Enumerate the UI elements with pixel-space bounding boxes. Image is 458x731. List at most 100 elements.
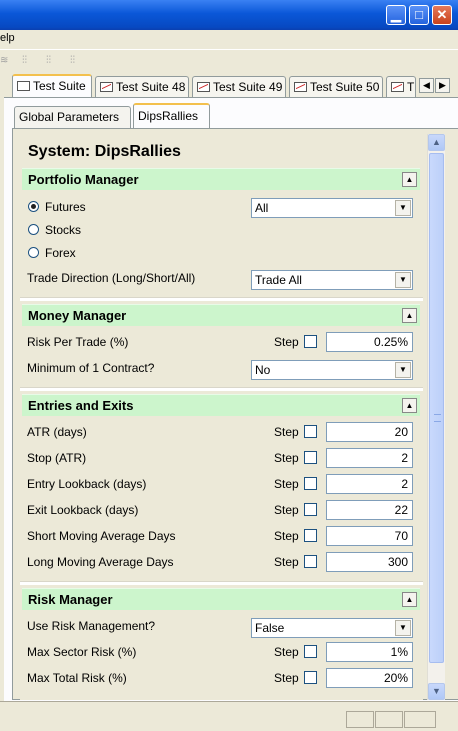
risk-per-trade-label: Risk Per Trade (%) [27, 335, 129, 349]
stocks-radio[interactable] [28, 224, 39, 235]
tab-label: Test Suite 48 [116, 80, 186, 94]
entry-lookback-step-checkbox[interactable] [304, 477, 317, 490]
section-divider [20, 297, 423, 301]
close-button[interactable]: ✕ [432, 5, 452, 25]
risk-manager-header: Risk Manager ▲ [22, 588, 420, 610]
chevron-down-icon: ▼ [432, 686, 441, 696]
status-panel [404, 711, 436, 728]
status-bar [0, 708, 458, 731]
trade-direction-label: Trade Direction (Long/Short/All) [27, 271, 196, 285]
chart-icon [294, 82, 307, 92]
forex-radio[interactable] [28, 247, 39, 258]
tab-scroll-left-button[interactable]: ◀ [419, 78, 434, 93]
max-sector-risk-field[interactable]: 1% [326, 642, 413, 662]
tab-label: Test Suite 49 [213, 80, 283, 94]
title-bar: ▁ □ ✕ [0, 0, 458, 30]
long-ma-step-checkbox[interactable] [304, 555, 317, 568]
toolbar-chart-icon[interactable]: ⫶⫶ [70, 55, 84, 66]
chevron-down-icon[interactable]: ▼ [395, 272, 411, 288]
tab-test-suite-next[interactable]: T [386, 76, 416, 97]
scroll-up-button[interactable]: ▲ [428, 134, 445, 151]
close-icon: ✕ [436, 7, 448, 22]
minimize-button[interactable]: ▁ [386, 5, 406, 25]
select-value: False [255, 621, 285, 635]
section-title: Risk Manager [28, 592, 113, 607]
collapse-button[interactable]: ▲ [402, 308, 417, 323]
grip-icon [434, 414, 441, 422]
toolbar-chart-icon[interactable]: ⫶⫶ [22, 55, 36, 66]
long-ma-label: Long Moving Average Days [27, 555, 174, 569]
chevron-down-icon[interactable]: ▼ [395, 362, 411, 378]
menu-help[interactable]: elp [0, 32, 15, 44]
use-risk-management-select[interactable]: False ▼ [251, 618, 413, 638]
collapse-button[interactable]: ▲ [402, 592, 417, 607]
vertical-scrollbar[interactable]: ▲ ▼ [427, 134, 445, 700]
tab-scroll-right-button[interactable]: ▶ [435, 78, 450, 93]
atr-days-field[interactable]: 20 [326, 422, 413, 442]
stop-step-checkbox[interactable] [304, 451, 317, 464]
step-label: Step [274, 425, 299, 439]
tab-label: Global Parameters [19, 110, 120, 124]
tab-global-parameters[interactable]: Global Parameters [14, 106, 131, 128]
collapse-button[interactable]: ▲ [402, 398, 417, 413]
step-label: Step [274, 555, 299, 569]
tab-label: DipsRallies [138, 109, 199, 123]
select-value: All [255, 201, 269, 215]
trade-direction-select[interactable]: Trade All ▼ [251, 270, 413, 290]
collapse-up-icon: ▲ [405, 311, 414, 320]
select-value: No [255, 363, 271, 377]
scroll-thumb[interactable] [429, 153, 444, 663]
collapse-up-icon: ▲ [405, 595, 414, 604]
chart-icon [100, 82, 113, 92]
exit-lookback-field[interactable]: 22 [326, 500, 413, 520]
long-ma-field[interactable]: 300 [326, 552, 413, 572]
min-contract-select[interactable]: No ▼ [251, 360, 413, 380]
chart-icon [391, 82, 404, 92]
chevron-down-icon[interactable]: ▼ [395, 620, 411, 636]
total-risk-step-checkbox[interactable] [304, 671, 317, 684]
divider [0, 701, 458, 702]
exit-lookback-step-checkbox[interactable] [304, 503, 317, 516]
minimize-icon: ▁ [391, 7, 401, 22]
market-filter-select[interactable]: All ▼ [251, 198, 413, 218]
step-label: Step [274, 645, 299, 659]
collapse-button[interactable]: ▲ [402, 172, 417, 187]
scroll-down-button[interactable]: ▼ [428, 683, 445, 700]
maximize-button[interactable]: □ [409, 5, 429, 25]
tab-test-suite-48[interactable]: Test Suite 48 [95, 76, 189, 97]
collapse-up-icon: ▲ [405, 175, 414, 184]
collapse-up-icon: ▲ [405, 401, 414, 410]
short-ma-label: Short Moving Average Days [27, 529, 176, 543]
entries-exits-header: Entries and Exits ▲ [22, 394, 420, 416]
section-divider [20, 581, 423, 585]
stocks-label: Stocks [45, 223, 82, 237]
risk-step-checkbox[interactable] [304, 335, 317, 348]
sector-risk-step-checkbox[interactable] [304, 645, 317, 658]
chevron-down-icon[interactable]: ▼ [395, 200, 411, 216]
stop-atr-field[interactable]: 2 [326, 448, 413, 468]
select-value: Trade All [255, 273, 302, 287]
risk-per-trade-field[interactable]: 0.25% [326, 332, 413, 352]
maximize-icon: □ [415, 7, 423, 22]
short-ma-step-checkbox[interactable] [304, 529, 317, 542]
system-title: System: DipsRallies [28, 143, 181, 160]
tab-dipsrallies[interactable]: DipsRallies [133, 103, 210, 128]
money-manager-header: Money Manager ▲ [22, 304, 420, 326]
short-ma-field[interactable]: 70 [326, 526, 413, 546]
tab-test-suite-49[interactable]: Test Suite 49 [192, 76, 286, 97]
tab-test-suite[interactable]: Test Suite [12, 74, 92, 98]
window-icon [17, 81, 30, 91]
toolbar-chart-icon[interactable]: ⫶⫶ [46, 55, 60, 66]
entry-lookback-field[interactable]: 2 [326, 474, 413, 494]
section-title: Entries and Exits [28, 398, 134, 413]
status-panel [375, 711, 403, 728]
step-label: Step [274, 477, 299, 491]
suite-tab-strip: Test Suite Test Suite 48 Test Suite 49 T… [0, 74, 458, 98]
tab-label: Test Suite 50 [310, 80, 380, 94]
futures-radio[interactable] [28, 201, 39, 212]
atr-step-checkbox[interactable] [304, 425, 317, 438]
toolbar-grip-icon: ≋ [0, 55, 9, 66]
max-total-risk-field[interactable]: 20% [326, 668, 413, 688]
chevron-up-icon: ▲ [432, 137, 441, 147]
tab-test-suite-50[interactable]: Test Suite 50 [289, 76, 383, 97]
